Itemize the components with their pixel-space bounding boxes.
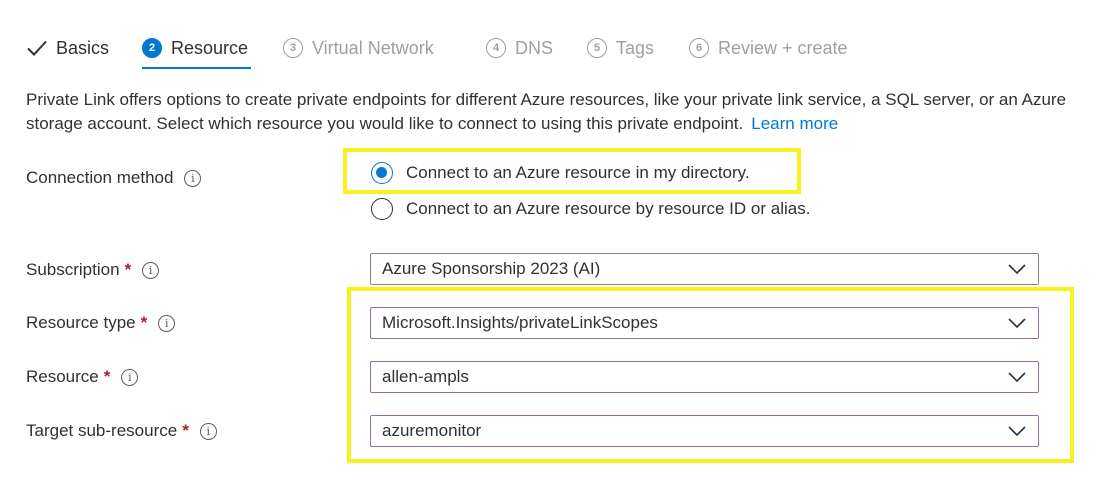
target-sub-resource-dropdown[interactable]: azuremonitor <box>370 415 1039 447</box>
tab-tags[interactable]: 5 Tags <box>587 34 654 62</box>
step-number-badge: 2 <box>142 38 162 58</box>
radio-label: Connect to an Azure resource in my direc… <box>406 163 750 182</box>
learn-more-link[interactable]: Learn more <box>751 114 838 133</box>
chevron-down-icon <box>1008 318 1026 329</box>
field-label: Resource <box>26 367 99 386</box>
field-label: Connection method <box>26 168 174 187</box>
field-label: Subscription <box>26 260 120 279</box>
required-mark: * <box>103 367 111 386</box>
target-sub-resource-label: Target sub-resource * i <box>26 419 217 443</box>
field-label: Target sub-resource <box>26 421 178 440</box>
required-mark: * <box>140 313 148 332</box>
required-mark: * <box>124 260 132 279</box>
field-label: Resource type <box>26 313 136 332</box>
info-icon[interactable]: i <box>199 422 217 440</box>
info-icon[interactable]: i <box>184 169 202 187</box>
resource-dropdown[interactable]: allen-ampls <box>370 361 1039 393</box>
info-icon[interactable]: i <box>158 314 176 332</box>
chevron-down-icon <box>1008 264 1026 275</box>
tab-label: Resource <box>171 37 249 58</box>
description-text: Private Link offers options to create pr… <box>26 88 1076 136</box>
checkmark-icon <box>27 40 47 56</box>
step-number-badge: 4 <box>486 38 506 58</box>
radio-resource-id[interactable]: Connect to an Azure resource by resource… <box>371 198 810 220</box>
tab-basics[interactable]: Basics <box>26 34 109 62</box>
tab-label: Virtual Network <box>312 37 434 58</box>
description-body: Private Link offers options to create pr… <box>26 90 1067 133</box>
radio-label: Connect to an Azure resource by resource… <box>406 199 811 218</box>
radio-button-unchecked[interactable] <box>371 198 393 220</box>
chevron-down-icon <box>1008 372 1026 383</box>
subscription-label: Subscription * i <box>26 258 160 282</box>
subscription-dropdown[interactable]: Azure Sponsorship 2023 (AI) <box>370 253 1039 285</box>
radio-my-directory[interactable]: Connect to an Azure resource in my direc… <box>371 162 750 184</box>
connection-method-label: Connection method i <box>26 166 202 190</box>
chevron-down-icon <box>1008 426 1026 437</box>
dropdown-value: Azure Sponsorship 2023 (AI) <box>382 259 601 278</box>
radio-button-checked[interactable] <box>371 162 393 184</box>
resource-type-label: Resource type * i <box>26 311 176 335</box>
step-number-badge: 6 <box>689 38 709 58</box>
resource-type-dropdown[interactable]: Microsoft.Insights/privateLinkScopes <box>370 307 1039 339</box>
tab-dns[interactable]: 4 DNS <box>486 34 553 62</box>
step-number-badge: 5 <box>587 38 607 58</box>
step-number-badge: 3 <box>283 38 303 58</box>
dropdown-value: azuremonitor <box>382 421 482 440</box>
required-mark: * <box>182 421 189 440</box>
tab-resource[interactable]: 2 Resource <box>142 34 248 62</box>
tab-label: Review + create <box>718 37 848 58</box>
resource-label: Resource * i <box>26 365 139 389</box>
tab-label: DNS <box>515 37 554 58</box>
tab-review-create[interactable]: 6 Review + create <box>689 34 848 62</box>
tab-label: Tags <box>616 37 655 58</box>
info-icon[interactable]: i <box>121 368 139 386</box>
info-icon[interactable]: i <box>142 261 160 279</box>
active-tab-underline <box>142 67 251 69</box>
tab-label: Basics <box>56 37 110 58</box>
dropdown-value: allen-ampls <box>382 367 469 386</box>
tab-virtual-network[interactable]: 3 Virtual Network <box>283 34 434 62</box>
dropdown-value: Microsoft.Insights/privateLinkScopes <box>382 313 658 332</box>
